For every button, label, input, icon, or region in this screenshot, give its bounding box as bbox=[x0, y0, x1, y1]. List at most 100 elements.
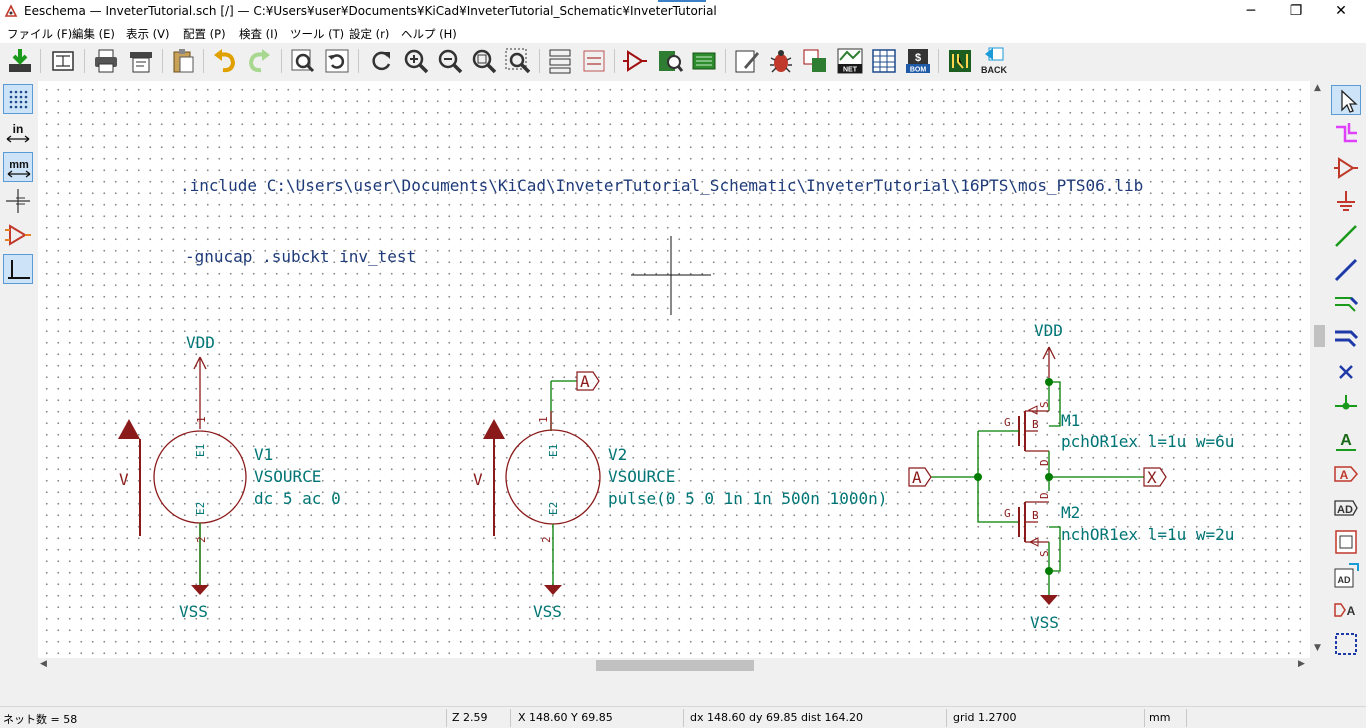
svg-text:E2: E2 bbox=[547, 502, 560, 515]
wire-to-bus-entry-tool[interactable] bbox=[1331, 289, 1361, 319]
v2-ref: V2 bbox=[608, 445, 627, 464]
horizontal-scrollbar[interactable]: ◀ ▶ bbox=[38, 658, 1310, 674]
find-button[interactable] bbox=[288, 46, 318, 76]
v1-source[interactable]: VDD VSS 1 2 E1 E2 V V1 VSOURCE dc 5 ac 0 bbox=[118, 333, 341, 621]
add-sheet-tool[interactable] bbox=[1331, 527, 1361, 557]
add-graphic-lines-tool[interactable] bbox=[1331, 629, 1361, 659]
v2-bottom-net-label: VSS bbox=[533, 602, 562, 621]
scroll-left-arrow[interactable]: ◀ bbox=[40, 659, 47, 669]
bus-to-bus-entry-tool[interactable] bbox=[1331, 323, 1361, 353]
sheet-pin-icon: A bbox=[1334, 603, 1356, 618]
undo-button[interactable] bbox=[210, 46, 240, 76]
leave-sheet-button[interactable] bbox=[579, 46, 609, 76]
minimize-button[interactable]: ─ bbox=[1228, 0, 1274, 24]
save-button[interactable] bbox=[5, 46, 35, 76]
find-replace-button[interactable] bbox=[322, 46, 352, 76]
add-junction-tool[interactable] bbox=[1331, 391, 1361, 421]
m1-vdd-label: VDD bbox=[1034, 321, 1063, 340]
erc-button[interactable] bbox=[766, 46, 796, 76]
add-bus-tool[interactable] bbox=[1331, 255, 1361, 285]
vertical-scrollbar[interactable]: ▲ ▼ bbox=[1310, 81, 1328, 658]
zoom-fit-button[interactable] bbox=[469, 46, 499, 76]
menu-tools[interactable]: ツール (T) bbox=[290, 26, 344, 42]
scroll-down-arrow[interactable]: ▼ bbox=[1314, 643, 1321, 653]
svg-text:D: D bbox=[1038, 492, 1051, 499]
menu-edit[interactable]: 編集 (E) bbox=[72, 26, 115, 42]
v2-source[interactable]: A VSS 1 2 E1 E2 V V2 VSOURCE pulse(0 5 0… bbox=[473, 371, 887, 621]
add-global-label-tool[interactable]: A bbox=[1331, 459, 1361, 489]
symbol-library-browser-button[interactable] bbox=[655, 46, 685, 76]
units-mm-toggle[interactable]: mm bbox=[3, 152, 33, 182]
paste-button[interactable] bbox=[168, 46, 198, 76]
plot-button[interactable] bbox=[126, 46, 156, 76]
select-tool[interactable] bbox=[1331, 85, 1361, 115]
units-inches-toggle[interactable]: in bbox=[3, 118, 33, 148]
bom-button[interactable]: $ BOM bbox=[903, 46, 933, 76]
symbol-editor-button[interactable] bbox=[620, 46, 650, 76]
svg-text:E1: E1 bbox=[194, 444, 207, 457]
show-grid-toggle[interactable] bbox=[3, 84, 33, 114]
edit-fields-icon bbox=[735, 50, 759, 73]
wire-bus-entry-icon bbox=[1335, 296, 1359, 312]
orthogonal-wire-icon bbox=[8, 260, 30, 279]
svg-text:B: B bbox=[1032, 509, 1039, 522]
hierarchy-navigator-button[interactable] bbox=[545, 46, 575, 76]
annotate-button[interactable] bbox=[689, 46, 719, 76]
no-connect-tool[interactable] bbox=[1331, 357, 1361, 387]
add-label-tool[interactable]: A bbox=[1331, 425, 1361, 455]
svg-text:A: A bbox=[1340, 468, 1349, 482]
menu-file[interactable]: ファイル (F) bbox=[7, 26, 72, 42]
add-symbol-tool[interactable] bbox=[1331, 153, 1361, 183]
svg-text:S: S bbox=[1038, 401, 1051, 408]
v1-params: dc 5 ac 0 bbox=[254, 489, 341, 508]
edit-fields-button[interactable] bbox=[732, 46, 762, 76]
hidden-pins-toggle[interactable] bbox=[3, 220, 33, 250]
include-directive: .include C:\Users\user\Documents\KiCad\I… bbox=[180, 176, 1143, 195]
output-label-x: X bbox=[1147, 468, 1157, 487]
schematic-canvas[interactable]: .include C:\Users\user\Documents\KiCad\I… bbox=[38, 81, 1310, 658]
undo-icon bbox=[214, 49, 236, 73]
label-icon: A bbox=[1336, 432, 1356, 451]
vertical-scroll-thumb[interactable] bbox=[1314, 325, 1325, 347]
svg-text:in: in bbox=[13, 122, 24, 136]
refresh-icon bbox=[372, 51, 391, 71]
menu-preferences[interactable]: 設定 (r) bbox=[349, 26, 389, 42]
menu-help[interactable]: ヘルプ (H) bbox=[401, 26, 457, 42]
page-settings-button[interactable] bbox=[48, 46, 78, 76]
netlist-button[interactable]: NET bbox=[835, 46, 865, 76]
paste-icon bbox=[173, 49, 194, 73]
arrow-cursor-icon bbox=[1341, 89, 1358, 113]
menu-view[interactable]: 表示 (V) bbox=[126, 26, 170, 42]
restore-button[interactable]: ❐ bbox=[1273, 0, 1319, 24]
svg-text:1: 1 bbox=[537, 416, 550, 423]
zoom-out-button[interactable] bbox=[435, 46, 465, 76]
zoom-in-button[interactable] bbox=[401, 46, 431, 76]
close-button[interactable]: ✕ bbox=[1318, 0, 1364, 24]
bug-icon bbox=[770, 50, 792, 73]
add-power-tool[interactable] bbox=[1331, 187, 1361, 217]
inverter-circuit[interactable]: VDD G B S D M1 pchOR1ex l=1u w=6u A X G … bbox=[908, 321, 1234, 632]
menu-inspect[interactable]: 検査 (I) bbox=[239, 26, 278, 42]
horizontal-scroll-thumb[interactable] bbox=[596, 660, 754, 671]
highlight-net-tool[interactable] bbox=[1331, 119, 1361, 149]
status-net-count: ネット数 = 58 bbox=[3, 713, 78, 726]
pcbnew-button[interactable] bbox=[945, 46, 975, 76]
scroll-right-arrow[interactable]: ▶ bbox=[1298, 659, 1305, 669]
add-hierarchical-label-tool[interactable]: AD bbox=[1331, 493, 1361, 523]
spreadsheet-button[interactable] bbox=[869, 46, 899, 76]
add-wire-tool[interactable] bbox=[1331, 221, 1361, 251]
import-sheet-pin-tool[interactable]: AD bbox=[1331, 561, 1361, 591]
cursor-shape-toggle[interactable] bbox=[3, 186, 33, 216]
bom-icon: $ BOM bbox=[906, 49, 930, 74]
horiz-vert-wire-toggle[interactable] bbox=[3, 254, 33, 284]
footprint-assign-button[interactable] bbox=[800, 46, 830, 76]
back-annotate-button[interactable]: BACK bbox=[979, 46, 1009, 76]
zoom-selection-button[interactable] bbox=[503, 46, 533, 76]
scroll-up-arrow[interactable]: ▲ bbox=[1314, 83, 1321, 93]
redraw-button[interactable] bbox=[366, 46, 396, 76]
redo-button[interactable] bbox=[244, 46, 274, 76]
library-browser-icon bbox=[659, 51, 684, 72]
add-sheet-pin-tool[interactable]: A bbox=[1331, 595, 1361, 625]
menu-place[interactable]: 配置 (P) bbox=[183, 26, 226, 42]
print-button[interactable] bbox=[91, 46, 121, 76]
